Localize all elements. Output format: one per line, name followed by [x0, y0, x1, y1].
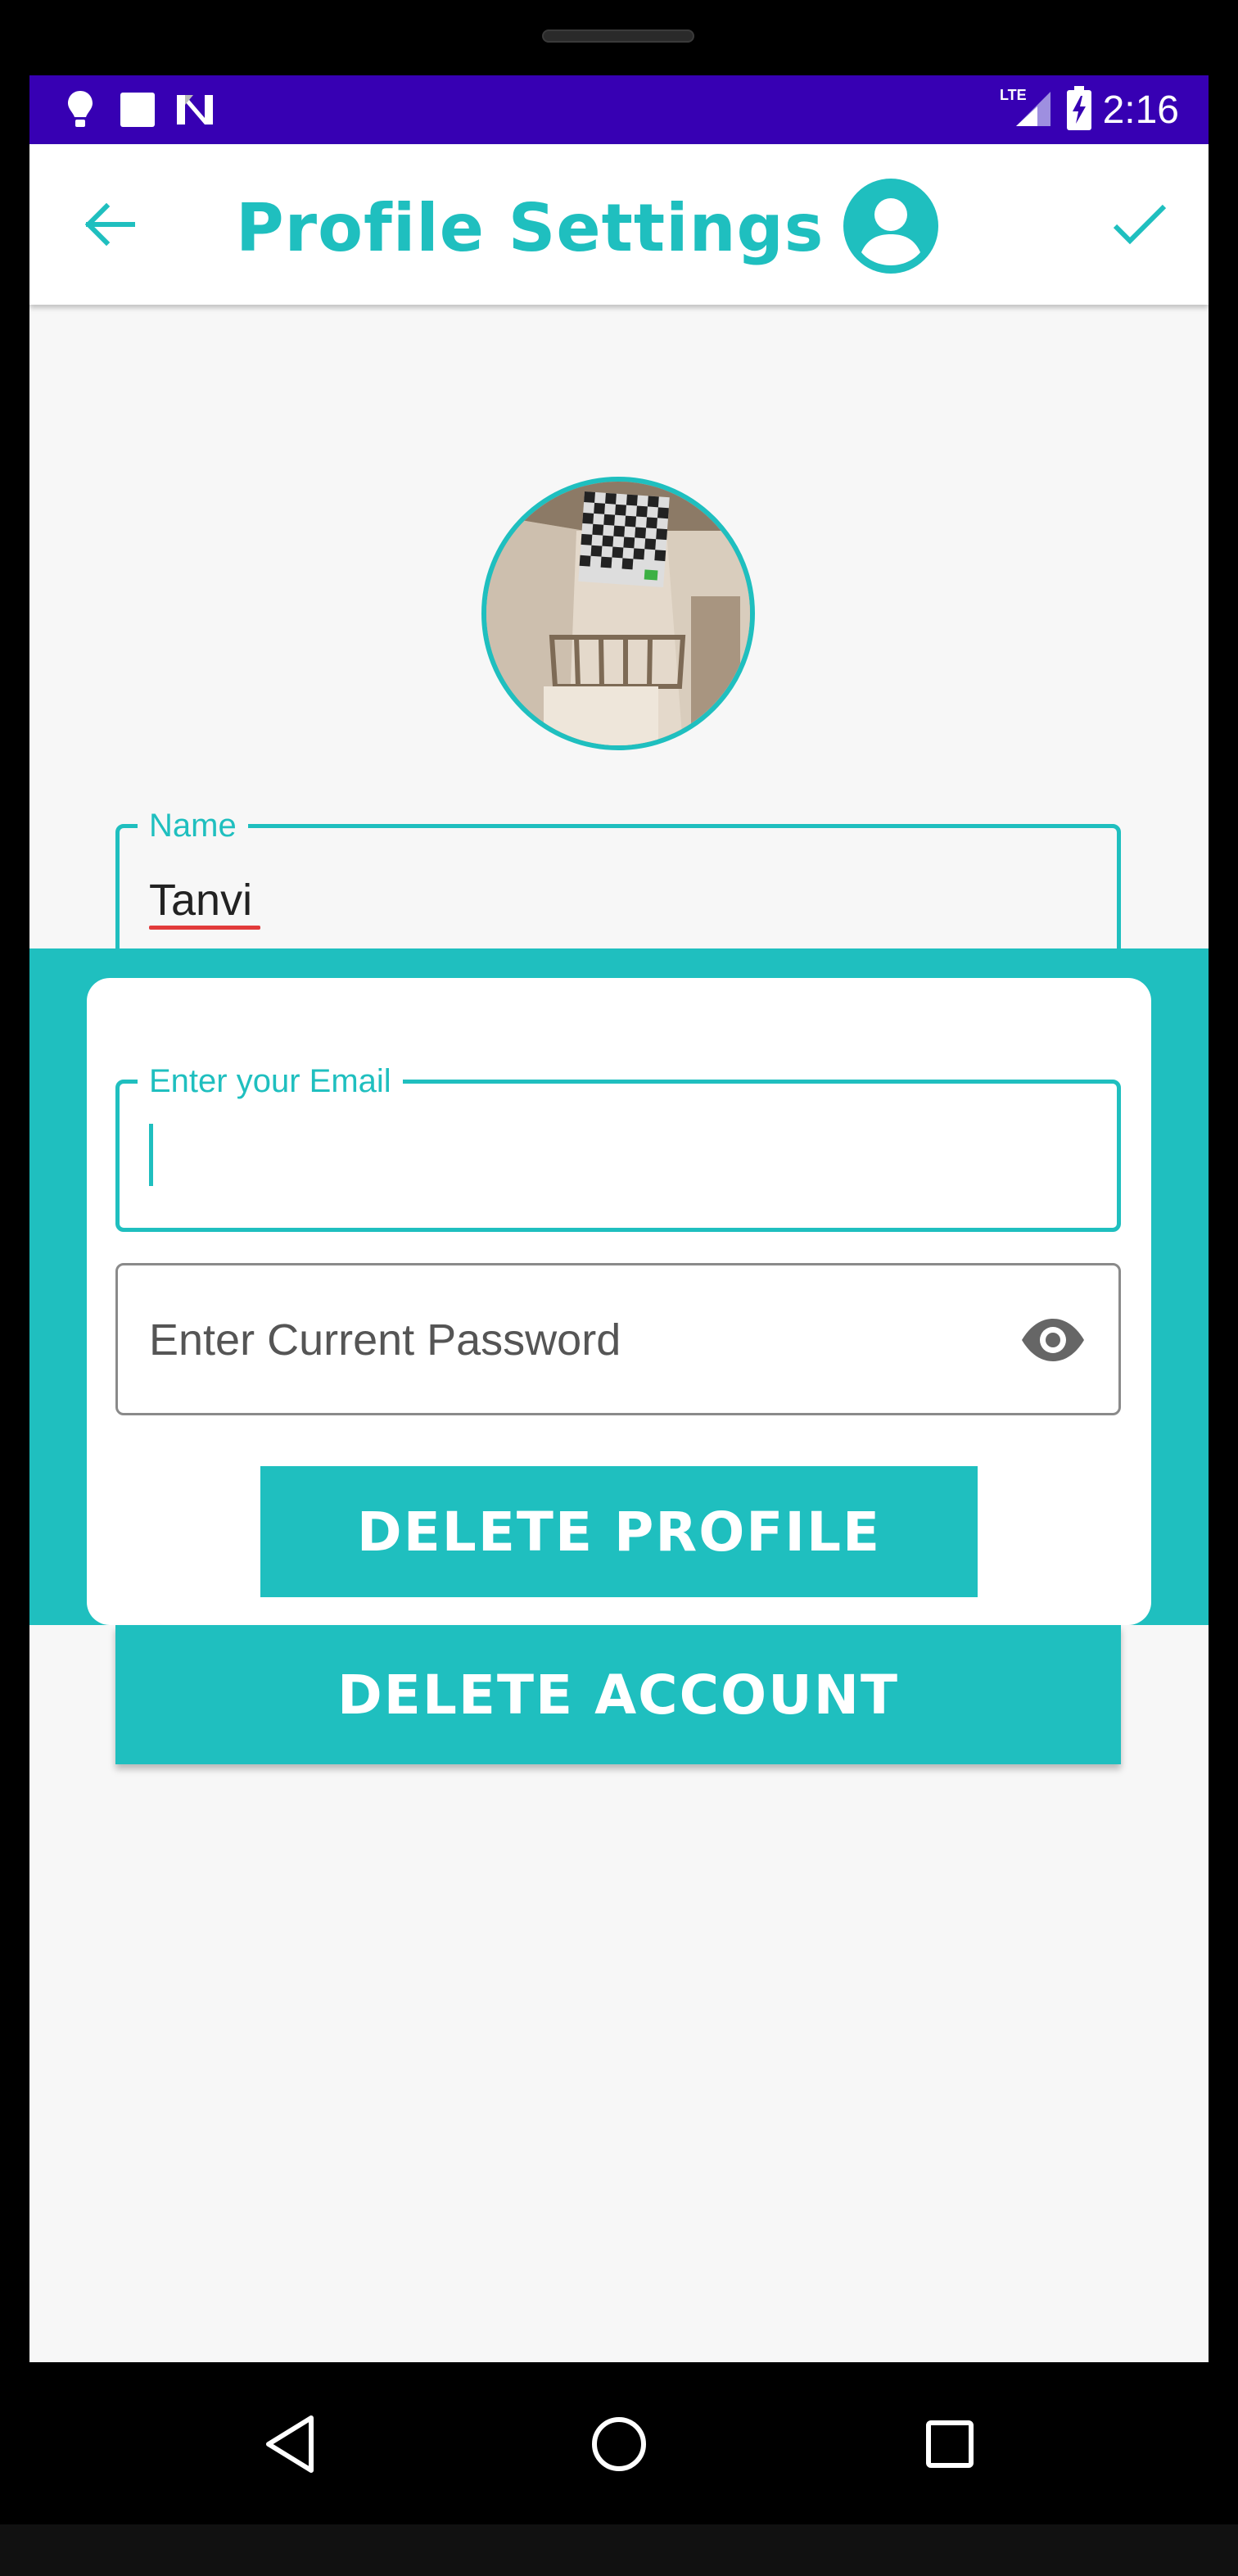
delete-profile-button[interactable]: DELETE PROFILE — [260, 1466, 978, 1597]
status-clock: 2:16 — [1102, 88, 1179, 132]
status-icons-right: LTE 2:16 — [1000, 75, 1209, 144]
eye-icon — [1022, 1319, 1084, 1361]
recents-square-icon — [926, 2420, 974, 2468]
delete-account-label: DELETE ACCOUNT — [337, 1663, 899, 1727]
save-button[interactable] — [1105, 193, 1174, 256]
arrow-left-icon — [84, 202, 135, 247]
status-icons-left — [29, 75, 215, 144]
back-button[interactable] — [79, 193, 141, 256]
email-field-label: Enter your Email — [138, 1063, 403, 1100]
phone-bottom-bezel — [0, 2524, 1238, 2576]
phone-speaker — [542, 29, 694, 43]
profile-avatar[interactable] — [481, 477, 755, 750]
profile-photo — [486, 482, 750, 745]
battery-charging-icon — [1066, 85, 1091, 134]
nav-home-button[interactable] — [570, 2395, 668, 2493]
name-field-label: Name — [138, 808, 248, 844]
title-group: Profile Settings — [236, 170, 940, 285]
page-title: Profile Settings — [236, 189, 825, 266]
n-icon — [175, 88, 215, 131]
bulb-icon — [61, 88, 100, 131]
nav-back-button[interactable] — [241, 2395, 339, 2493]
toggle-password-visibility-button[interactable] — [1015, 1307, 1091, 1373]
square-icon — [118, 88, 157, 131]
account-circle-icon — [842, 177, 940, 279]
lte-signal-icon: LTE — [1000, 87, 1055, 134]
email-field[interactable] — [115, 1080, 1121, 1232]
check-icon — [1113, 204, 1167, 245]
svg-text:LTE: LTE — [1000, 87, 1027, 103]
back-triangle-icon — [266, 2415, 314, 2473]
delete-account-button[interactable]: DELETE ACCOUNT — [115, 1625, 1121, 1764]
password-placeholder: Enter Current Password — [149, 1315, 621, 1365]
home-circle-icon — [592, 2417, 646, 2471]
spellcheck-underline — [149, 926, 260, 930]
name-field-value[interactable]: Tanvi — [149, 875, 252, 926]
delete-profile-label: DELETE PROFILE — [356, 1500, 882, 1564]
text-cursor — [149, 1124, 153, 1186]
nav-recents-button[interactable] — [901, 2395, 999, 2493]
